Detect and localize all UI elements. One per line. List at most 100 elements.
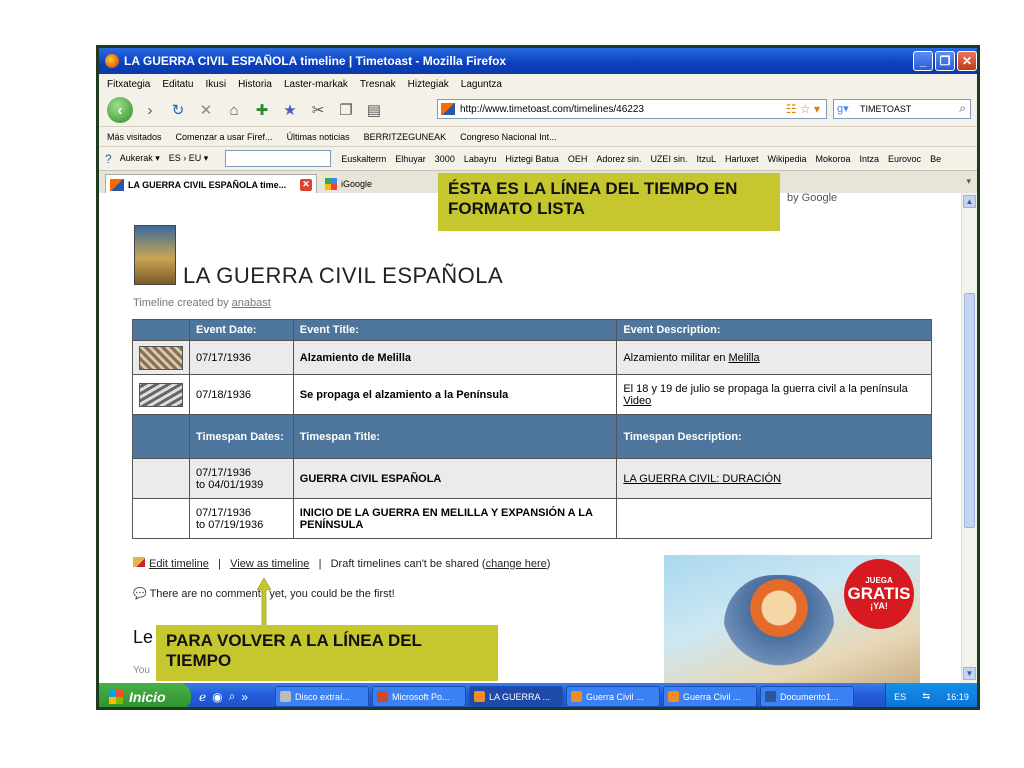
taskbar-label: Documento1...	[780, 691, 839, 702]
search-box[interactable]: g▾ TIMETOAST ⌕	[833, 99, 971, 119]
scroll-down-icon[interactable]: ▼	[963, 667, 976, 680]
tab-igoogle[interactable]: iGoogle	[321, 174, 421, 194]
magnifier-icon[interactable]: ⌕	[959, 101, 966, 116]
game-advertisement[interactable]: JUEGA GRATIS ¡YA!	[664, 555, 920, 683]
addon-link[interactable]: Hiztegi Batua	[505, 154, 559, 164]
help-icon[interactable]: ?	[105, 152, 112, 166]
bookmark-getting-started[interactable]: Comenzar a usar Firef...	[176, 132, 273, 142]
back-button[interactable]: ‹	[107, 97, 133, 123]
language-indicator[interactable]: ES	[894, 692, 906, 702]
search-value: TIMETOAST	[860, 104, 912, 114]
menu-dictionaries[interactable]: Hiztegiak	[408, 79, 449, 90]
addon-link[interactable]: ItzuL	[696, 154, 716, 164]
start-button[interactable]: Inicio	[99, 683, 191, 707]
copy-icon[interactable]: ❐	[335, 99, 357, 121]
menu-history[interactable]: Historia	[238, 79, 272, 90]
taskbar-item[interactable]: Disco extraí...	[275, 686, 369, 707]
taskbar-item[interactable]: Guerra Civil ...	[663, 686, 757, 707]
event-description: El 18 y 19 de julio se propaga la guerra…	[616, 374, 932, 415]
edit-timeline-link[interactable]: Edit timeline	[149, 558, 209, 570]
stop-icon[interactable]: ✕	[195, 99, 217, 121]
addon-link[interactable]: Intza	[860, 154, 880, 164]
addon-link[interactable]: Wikipedia	[767, 154, 806, 164]
addon-link[interactable]: UZEI sin.	[650, 154, 687, 164]
paste-icon[interactable]: ▤	[363, 99, 385, 121]
event-thumbnail[interactable]	[139, 345, 183, 370]
rss-feed-icon[interactable]: ☷ ☆ ▾	[786, 102, 820, 116]
network-icon[interactable]: ⇆	[922, 691, 930, 702]
firefox-launch-icon[interactable]: ◉	[212, 690, 222, 704]
ie-icon[interactable]: ℯ	[199, 690, 206, 704]
menu-tools[interactable]: Tresnak	[360, 79, 396, 90]
bookmark-berritzeguneak[interactable]: BERRITZEGUNEAK	[364, 132, 447, 142]
addon-lang-pair[interactable]: ES › EU ▾	[169, 153, 209, 164]
taskbar-item[interactable]: Guerra Civil ...	[566, 686, 660, 707]
navigation-toolbar: ‹ › ↻ ✕ ⌂ ✚ ★ ✂ ❐ ▤ http://www.timetoast…	[99, 94, 977, 126]
menu-bookmarks[interactable]: Laster-markak	[284, 79, 348, 90]
addon-link[interactable]: Adorez sin.	[596, 154, 641, 164]
addon-link[interactable]: Harluxet	[725, 154, 759, 164]
url-bar[interactable]: http://www.timetoast.com/timelines/46223…	[437, 99, 827, 119]
start-label: Inicio	[129, 688, 166, 705]
header-cell	[132, 319, 190, 341]
menu-view[interactable]: Ikusi	[206, 79, 227, 90]
browser-window: LA GUERRA CIVIL ESPAÑOLA timeline | Time…	[96, 45, 980, 710]
google-search-icon[interactable]: g▾	[837, 102, 849, 115]
tab-timeline[interactable]: LA GUERRA CIVIL ESPAÑOLA time... ✕	[105, 174, 317, 194]
addon-link[interactable]: Be	[930, 154, 941, 164]
forward-button[interactable]: ›	[139, 99, 161, 121]
draft-note: Draft timelines can't be shared (	[330, 558, 486, 570]
event-link[interactable]: Video	[623, 395, 651, 407]
home-icon[interactable]: ⌂	[223, 99, 245, 121]
menu-edit[interactable]: Editatu	[162, 79, 193, 90]
expand-icon[interactable]: »	[241, 690, 248, 704]
system-tray: ES ⇆ 16:19	[885, 683, 977, 707]
addon-link[interactable]: Mokoroa	[816, 154, 851, 164]
addon-link[interactable]: 3000	[435, 154, 455, 164]
view-as-timeline-link[interactable]: View as timeline	[230, 558, 309, 570]
event-date: 07/18/1936	[189, 374, 294, 415]
minimize-button[interactable]: _	[913, 51, 933, 71]
event-description-text: Alzamiento militar en	[623, 351, 729, 364]
bookmark-latest-news[interactable]: Últimas noticias	[287, 132, 350, 142]
url-text: http://www.timetoast.com/timelines/46223	[460, 103, 644, 115]
firefox-task-icon	[571, 691, 582, 702]
reload-icon[interactable]: ↻	[167, 99, 189, 121]
timespan-link[interactable]: LA GUERRA CIVIL: DURACIÓN	[623, 473, 781, 485]
taskbar-item[interactable]: LA GUERRA ...	[469, 686, 563, 707]
tab-list-icon[interactable]: ▾	[966, 176, 971, 187]
dictionary-input[interactable]	[225, 150, 332, 167]
addon-link[interactable]: Eurovoc	[888, 154, 921, 164]
change-here-link[interactable]: change here	[486, 558, 547, 570]
menu-help[interactable]: Laguntza	[461, 79, 502, 90]
vertical-scrollbar[interactable]: ▲ ▼	[961, 193, 977, 683]
timespan-description	[616, 498, 932, 539]
close-tab-icon[interactable]: ✕	[300, 178, 312, 191]
empty-cell	[132, 458, 190, 499]
search-launch-icon[interactable]: ⌕	[229, 689, 236, 704]
taskbar-item[interactable]: Documento1...	[760, 686, 854, 707]
event-thumbnail[interactable]	[139, 382, 183, 407]
star-bookmark-icon[interactable]: ★	[279, 99, 301, 121]
addon-link[interactable]: OEH	[568, 154, 588, 164]
bookmark-most-visited[interactable]: Más visitados	[107, 132, 162, 142]
close-button[interactable]: ✕	[957, 51, 977, 71]
scroll-up-icon[interactable]: ▲	[963, 195, 976, 208]
addon-options[interactable]: Aukerak ▾	[120, 153, 160, 164]
cut-icon[interactable]: ✂	[307, 99, 329, 121]
event-title: Se propaga el alzamiento a la Península	[292, 374, 618, 415]
taskbar-item[interactable]: Microsoft Po...	[372, 686, 466, 707]
section-heading: Le	[133, 627, 154, 647]
event-title: Alzamiento de Melilla	[292, 340, 618, 375]
scroll-thumb[interactable]	[964, 293, 975, 528]
addon-link[interactable]: Euskalterm	[341, 154, 386, 164]
maximize-button[interactable]: ❐	[935, 51, 955, 71]
event-link[interactable]: Melilla	[729, 352, 760, 364]
menu-file[interactable]: Fitxategia	[107, 79, 150, 90]
author-link[interactable]: anabast	[232, 297, 271, 309]
bookmark-congreso[interactable]: Congreso Nacional Int...	[460, 132, 557, 142]
header-event-title: Event Title:	[292, 319, 618, 341]
new-bookmark-icon[interactable]: ✚	[251, 99, 273, 121]
addon-link[interactable]: Elhuyar	[395, 154, 426, 164]
addon-link[interactable]: Labayru	[464, 154, 497, 164]
